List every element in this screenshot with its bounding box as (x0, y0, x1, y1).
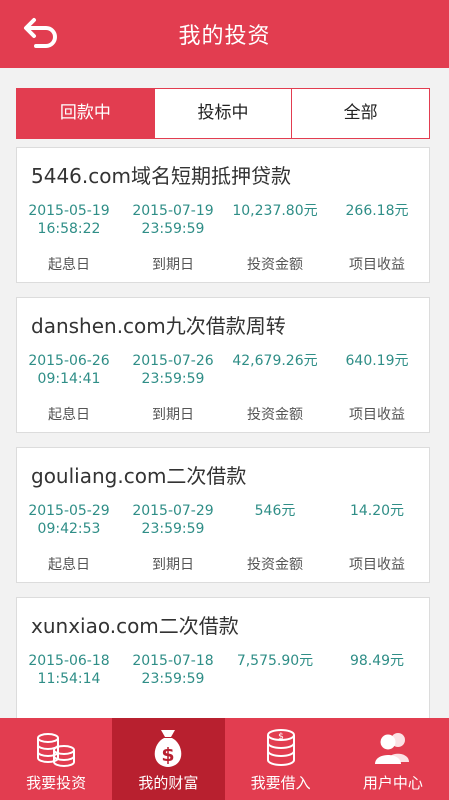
app-header: 我的投资 (0, 0, 449, 68)
project-profit: 266.18元 (345, 203, 409, 219)
end-time: 23:59:59 (141, 221, 205, 237)
start-date-label: 起息日 (48, 407, 90, 423)
start-datetime: 2015-05-29 09:42:53 (17, 502, 121, 538)
start-date: 2015-05-29 (28, 503, 110, 519)
start-date: 2015-06-26 (28, 353, 110, 369)
money-bag-icon: $ (155, 730, 182, 767)
tab-repaying[interactable]: 回款中 (17, 89, 154, 138)
end-date-label: 到期日 (152, 407, 194, 423)
investment-amount: 42,679.26元 (232, 353, 318, 369)
start-date: 2015-05-19 (28, 203, 110, 219)
project-profit: 14.20元 (349, 503, 405, 519)
investment-amount: 546元 (254, 503, 296, 519)
coins-icon (37, 733, 76, 767)
start-date: 2015-06-18 (28, 653, 110, 669)
profit-label: 项目收益 (349, 557, 405, 573)
end-date: 2015-07-26 (132, 353, 214, 369)
nav-invest[interactable]: 我要投资 (0, 718, 112, 800)
investment-amount: 10,237.80元 (232, 203, 318, 219)
end-date: 2015-07-29 (132, 503, 214, 519)
status-tabs: 回款中 投标中 全部 (16, 88, 430, 139)
end-date: 2015-07-18 (132, 653, 214, 669)
end-date-label: 到期日 (152, 257, 194, 273)
coin-stack-icon: $ (266, 729, 295, 766)
end-datetime: 2015-07-18 23:59:59 (121, 652, 225, 688)
end-date: 2015-07-19 (132, 203, 214, 219)
start-time: 09:42:53 (37, 521, 101, 537)
end-time: 23:59:59 (141, 521, 205, 537)
end-time: 23:59:59 (141, 671, 205, 687)
investment-card[interactable]: xunxiao.com二次借款 2015-06-18 11:54:14 2015-… (16, 597, 430, 733)
investment-name: gouliang.com二次借款 (31, 464, 247, 488)
end-datetime: 2015-07-19 23:59:59 (121, 202, 225, 238)
svg-text:$: $ (162, 744, 175, 766)
project-profit: 98.49元 (349, 653, 405, 669)
nav-user-center-label: 用户中心 (362, 774, 423, 792)
start-time: 09:14:41 (37, 371, 101, 387)
investment-card[interactable]: gouliang.com二次借款 2015-05-29 09:42:53 2015… (16, 447, 430, 583)
profit-label: 项目收益 (349, 257, 405, 273)
bottom-navigation: 我要投资 $ 我的财富 $ 我要借入 用户中心 (0, 718, 449, 800)
amount-label: 投资金额 (247, 557, 303, 573)
investment-name: xunxiao.com二次借款 (31, 614, 239, 638)
end-datetime: 2015-07-29 23:59:59 (121, 502, 225, 538)
nav-user-center[interactable]: 用户中心 (337, 718, 449, 800)
tab-all[interactable]: 全部 (291, 89, 430, 138)
start-datetime: 2015-05-19 16:58:22 (17, 202, 121, 238)
end-datetime: 2015-07-26 23:59:59 (121, 352, 225, 388)
nav-my-wealth[interactable]: $ 我的财富 (112, 718, 225, 800)
profit-label: 项目收益 (349, 407, 405, 423)
investment-card[interactable]: 5446.com域名短期抵押贷款 2015-05-19 16:58:22 2015… (16, 147, 430, 283)
nav-my-wealth-label: 我的财富 (138, 774, 199, 792)
start-datetime: 2015-06-26 09:14:41 (17, 352, 121, 388)
start-date-label: 起息日 (48, 557, 90, 573)
investment-card[interactable]: danshen.com九次借款周转 2015-06-26 09:14:41 201… (16, 297, 430, 433)
amount-label: 投资金额 (247, 407, 303, 423)
start-date-label: 起息日 (48, 257, 90, 273)
investment-name: 5446.com域名短期抵押贷款 (31, 164, 291, 188)
amount-label: 投资金额 (247, 257, 303, 273)
nav-invest-label: 我要投资 (26, 774, 87, 792)
svg-text:$: $ (278, 732, 284, 742)
project-profit: 640.19元 (345, 353, 409, 369)
end-time: 23:59:59 (141, 371, 205, 387)
users-icon (374, 733, 409, 764)
start-time: 11:54:14 (37, 671, 101, 687)
investment-amount: 7,575.90元 (236, 653, 314, 669)
tab-bidding[interactable]: 投标中 (153, 89, 292, 138)
end-date-label: 到期日 (152, 557, 194, 573)
start-time: 16:58:22 (37, 221, 101, 237)
page-title: 我的投资 (178, 24, 271, 49)
nav-borrow[interactable]: $ 我要借入 (225, 718, 337, 800)
start-datetime: 2015-06-18 11:54:14 (17, 652, 121, 688)
nav-borrow-label: 我要借入 (250, 774, 311, 792)
investment-name: danshen.com九次借款周转 (31, 314, 286, 338)
